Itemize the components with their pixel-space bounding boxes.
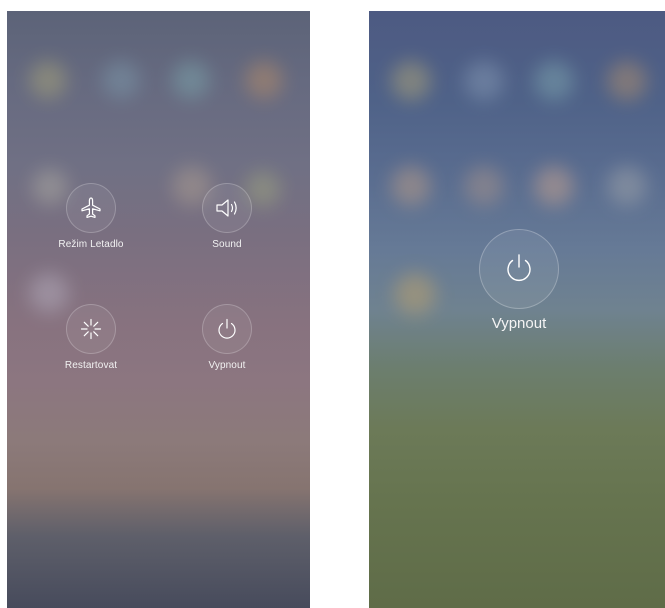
power-off-confirm-button[interactable] [479,229,559,309]
sound-button[interactable] [202,183,252,233]
power-off-confirm-label: Vypnout [491,315,547,332]
restart-icon [80,318,102,340]
sound-label: Sound [212,239,242,250]
blurred-app-icon [464,166,504,206]
airplane-mode-button[interactable] [66,183,116,233]
blurred-app-icon [534,61,574,101]
blurred-app-icon [607,61,647,101]
sound-toggle[interactable]: Sound [177,183,277,250]
blurred-app-icon [245,61,283,99]
airplane-mode-toggle[interactable]: Režim Letadlo [41,183,141,250]
blurred-app-icon [102,61,140,99]
power-off-confirm[interactable]: Vypnout [479,229,559,332]
page: Režim Letadlo Sound Restartovat Vypnout … [0,0,665,608]
power-icon [218,318,236,339]
power-off-label: Vypnout [208,360,246,371]
blurred-app-icon [534,166,574,206]
blurred-app-icon [607,166,647,206]
airplane-icon [81,197,101,218]
speaker-icon [216,199,237,217]
power-off-button[interactable] [202,304,252,354]
blurred-app-icon [464,61,504,101]
power-icon [507,254,531,282]
blurred-app-icon [172,61,210,99]
power-off-confirm-screen: Vypnout [369,11,665,608]
restart-label: Restartovat [64,360,118,371]
power-off-option[interactable]: Vypnout [177,304,277,371]
blurred-app-icon [29,61,67,99]
power-menu-screen: Režim Letadlo Sound Restartovat Vypnout [7,11,310,608]
restart-button[interactable] [66,304,116,354]
blurred-app-icon [391,61,431,101]
blurred-app-icon [394,273,436,315]
restart-option[interactable]: Restartovat [41,304,141,371]
blurred-app-icon [391,166,431,206]
airplane-mode-label: Režim Letadlo [58,239,124,250]
